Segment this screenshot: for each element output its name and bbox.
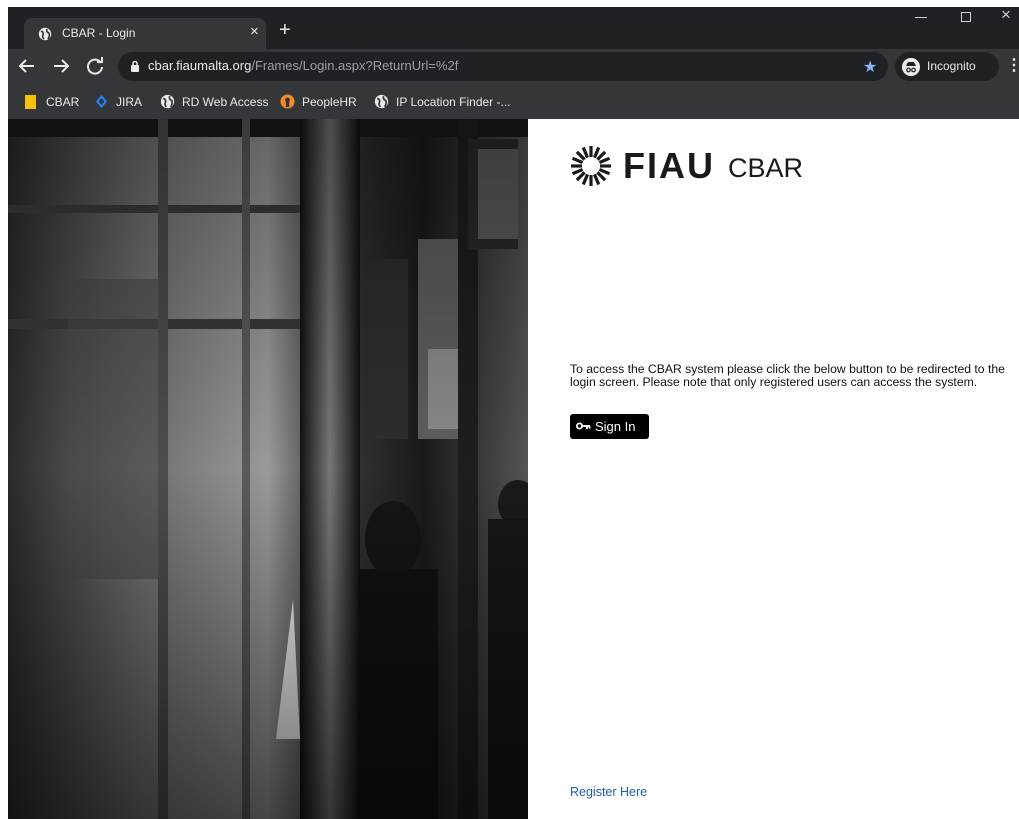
incognito-indicator[interactable]: Incognito [895, 52, 999, 81]
tab-cbar-login[interactable]: CBAR - Login × [24, 18, 266, 49]
reload-icon[interactable] [84, 55, 106, 77]
register-link[interactable]: Register Here [570, 785, 647, 799]
incognito-label: Incognito [927, 59, 976, 73]
key-icon [576, 422, 591, 430]
logo-text: FIAU [623, 145, 715, 186]
folder-icon [25, 95, 36, 109]
login-panel: FIAU CBAR To access the CBAR system plea… [528, 119, 1019, 819]
bookmarks-bar: CBAR JIRA RD Web Access PeopleHR IP Loca… [8, 85, 1019, 119]
bookmark-label: CBAR [46, 95, 80, 109]
lock-icon [131, 60, 139, 72]
bookmark-star-icon[interactable]: ★ [863, 57, 877, 77]
bookmark-jira[interactable]: JIRA [94, 94, 154, 110]
minimize-icon[interactable] [915, 17, 927, 18]
url-path: /Frames/Login.aspx?ReturnUrl=%2f [251, 58, 459, 73]
bookmark-peoplehr[interactable]: PeopleHR [280, 94, 364, 110]
back-arrow-icon[interactable] [16, 55, 38, 77]
bookmark-cbar[interactable]: CBAR [24, 94, 84, 110]
intro-text: To access the CBAR system please click t… [570, 362, 1005, 389]
bookmark-rd-web-access[interactable]: RD Web Access [160, 94, 272, 110]
address-bar[interactable]: cbar.fiaumalta.org/Frames/Login.aspx?Ret… [118, 52, 888, 81]
browser-menu-icon[interactable]: ⋮ [1006, 55, 1019, 75]
tab-title: CBAR - Login [62, 26, 136, 40]
window-close-icon[interactable]: × [1001, 5, 1011, 25]
maximize-icon[interactable] [961, 12, 971, 22]
browser-toolbar: cbar.fiaumalta.org/Frames/Login.aspx?Ret… [8, 49, 1019, 85]
url-text: cbar.fiaumalta.org/Frames/Login.aspx?Ret… [148, 58, 458, 73]
product-name: CBAR [728, 153, 804, 183]
tab-strip: CBAR - Login × + × [8, 5, 1019, 49]
bookmark-ip-location-finder[interactable]: IP Location Finder -... [374, 94, 514, 110]
tab-close-icon[interactable]: × [250, 24, 259, 40]
forward-arrow-icon[interactable] [50, 55, 72, 77]
sign-in-label: Sign In [595, 419, 636, 434]
bookmark-label: IP Location Finder -... [396, 95, 511, 109]
new-tab-button[interactable]: + [279, 20, 291, 40]
screen: CBAR - Login × + × cbar.fiaumalta.org/Fr… [0, 0, 1019, 819]
bookmark-label: JIRA [116, 95, 143, 109]
peoplehr-icon [280, 94, 295, 109]
incognito-icon [902, 58, 920, 76]
bookmark-label: RD Web Access [182, 95, 269, 109]
fiau-logo-mark-icon [571, 146, 611, 186]
login-page: FIAU CBAR To access the CBAR system plea… [8, 119, 1019, 819]
hero-photo [8, 119, 528, 819]
globe-icon [160, 94, 175, 109]
globe-icon [374, 94, 389, 109]
globe-icon [38, 27, 52, 41]
bookmark-label: PeopleHR [302, 95, 357, 109]
url-host: cbar.fiaumalta.org [148, 58, 252, 73]
sign-in-button[interactable]: Sign In [570, 414, 649, 439]
jira-icon [96, 95, 107, 108]
